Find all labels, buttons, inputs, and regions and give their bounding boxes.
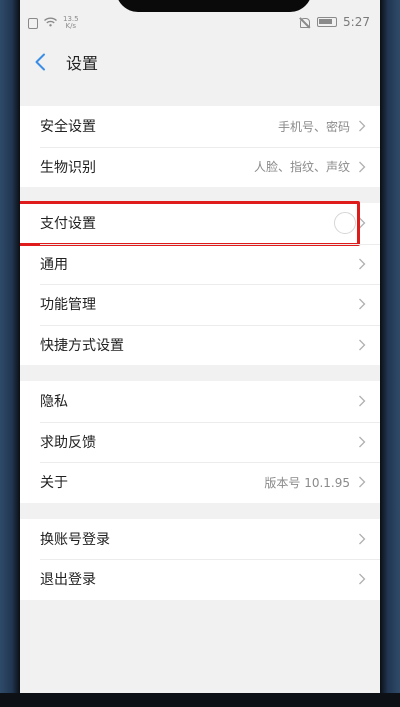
row-label: 求助反馈: [40, 434, 96, 451]
chevron-left-icon: [35, 53, 45, 71]
row-switch-account[interactable]: 换账号登录: [20, 519, 380, 560]
status-time: 5:27: [343, 15, 370, 29]
phone-bezel-right: [380, 0, 400, 707]
wifi-icon: [44, 17, 57, 30]
mute-icon: [298, 17, 311, 28]
row-label: 通用: [40, 256, 68, 273]
phone-bezel-left: [0, 0, 20, 707]
sim-icon: [28, 17, 38, 29]
settings-group-general: 支付设置 通用 功能管理 快捷方式设置: [20, 201, 380, 366]
row-label: 快捷方式设置: [40, 337, 124, 354]
chevron-right-icon: [359, 161, 366, 173]
chevron-right-icon: [359, 476, 366, 488]
phone-bezel-bottom: [0, 693, 400, 707]
chevron-right-icon: [359, 258, 366, 270]
row-help-feedback[interactable]: 求助反馈: [20, 421, 380, 463]
row-label: 安全设置: [40, 119, 96, 136]
row-shortcut-settings[interactable]: 快捷方式设置: [20, 324, 380, 366]
row-feature-management[interactable]: 功能管理: [20, 284, 380, 325]
row-label: 退出登录: [40, 572, 96, 589]
row-label: 隐私: [40, 394, 68, 411]
page-title: 设置: [66, 54, 99, 73]
camera-notch: [116, 0, 312, 12]
row-value: 版本号 10.1.95: [264, 475, 350, 490]
chevron-right-icon: [359, 298, 366, 310]
chevron-right-icon: [359, 573, 366, 585]
row-value: 人脸、指纹、声纹: [253, 160, 350, 175]
row-payment-settings[interactable]: 支付设置: [20, 201, 380, 246]
header: 设置: [20, 38, 380, 86]
row-logout[interactable]: 退出登录: [20, 559, 380, 600]
chevron-right-icon: [359, 533, 366, 545]
phone-screen: 13.5 K/s 5:27 设置 安全设置 手机号、密码 生物识别 人脸、指纹、…: [20, 0, 380, 693]
row-label: 功能管理: [40, 297, 96, 314]
chevron-right-icon: [359, 395, 366, 407]
row-label: 换账号登录: [40, 531, 110, 548]
settings-group-info: 隐私 求助反馈 关于 版本号 10.1.95: [20, 381, 380, 503]
chevron-right-icon: [359, 436, 366, 448]
status-bar: 13.5 K/s 5:27: [20, 0, 380, 38]
row-about[interactable]: 关于 版本号 10.1.95: [20, 462, 380, 503]
row-general[interactable]: 通用: [20, 243, 380, 285]
row-label: 生物识别: [40, 159, 96, 176]
row-value: 手机号、密码: [277, 119, 350, 134]
settings-group-account: 安全设置 手机号、密码 生物识别 人脸、指纹、声纹: [20, 106, 380, 187]
touch-ripple-indicator: [334, 212, 356, 235]
battery-icon: [317, 17, 338, 27]
settings-group-session: 换账号登录 退出登录: [20, 518, 380, 600]
row-label: 支付设置: [40, 216, 96, 233]
network-speed: 13.5 K/s: [63, 15, 79, 30]
row-biometrics[interactable]: 生物识别 人脸、指纹、声纹: [20, 146, 380, 188]
back-button[interactable]: [20, 38, 60, 86]
chevron-right-icon: [359, 120, 366, 132]
row-privacy[interactable]: 隐私: [20, 381, 380, 422]
chevron-right-icon: [359, 217, 366, 229]
row-security-settings[interactable]: 安全设置 手机号、密码: [20, 106, 380, 147]
row-label: 关于: [40, 475, 68, 492]
chevron-right-icon: [359, 339, 366, 351]
